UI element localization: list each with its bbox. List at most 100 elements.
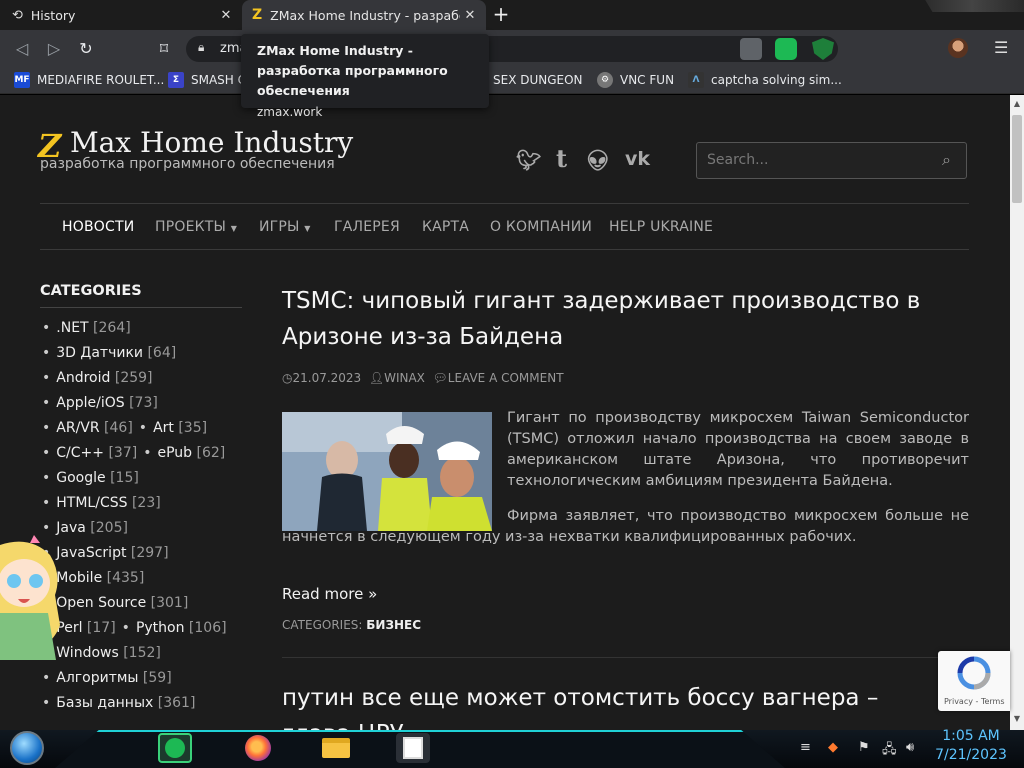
category-count: [361]	[157, 695, 196, 711]
category-count: [152]	[123, 645, 161, 661]
category-row: • Apple/iOS [73]	[42, 395, 158, 411]
category-link[interactable]: HTML/CSS	[56, 495, 127, 511]
category-row: •Perl [17]•Python [106]	[42, 620, 227, 636]
new-tab-button[interactable]: +	[490, 4, 512, 26]
window-frame-decoration	[925, 0, 1024, 12]
category-link[interactable]: Python	[136, 620, 185, 636]
category-count: [23]	[131, 495, 161, 511]
tab-zmax[interactable]: Z ZMax Home Industry - разработка програ…	[242, 0, 486, 30]
bookmark-mediafire[interactable]: MF MEDIAFIRE ROULET...	[14, 71, 164, 89]
volume-icon[interactable]: 🔊︎	[906, 740, 914, 755]
post-author[interactable]: WINAX	[384, 371, 425, 385]
flag-icon[interactable]: ⚑	[858, 740, 870, 755]
bookmark-label: SMASH C	[191, 73, 247, 87]
translate-icon[interactable]	[740, 38, 762, 60]
nav-item-gallery[interactable]: ГАЛЕРЕЯ	[334, 219, 400, 235]
category-link[interactable]: Базы данных	[56, 695, 153, 711]
category-link[interactable]: БИЗНЕС	[366, 618, 421, 632]
bullet-icon: •	[42, 320, 51, 336]
category-row: • C/C++ [37] • ePub [62]	[42, 445, 225, 461]
scroll-up-icon[interactable]: ▲	[1010, 97, 1024, 111]
clock-time: 1:05 AM	[942, 728, 1000, 744]
profile-avatar[interactable]	[948, 38, 968, 58]
history-icon: ⟲	[12, 7, 23, 23]
nav-item-games[interactable]: ИГРЫ ▼	[259, 219, 311, 235]
category-link[interactable]: 3D Датчики	[56, 345, 143, 361]
categories-heading: CATEGORIES	[40, 283, 142, 299]
lock-icon[interactable]: 🔒︎	[198, 40, 204, 55]
reddit-icon[interactable]: 👽︎	[585, 148, 610, 172]
tab-history[interactable]: ⟲ History ✕	[0, 0, 242, 30]
post-paragraph-2: Фирма заявляет, что производство микросх…	[282, 508, 969, 545]
taskbar-clock[interactable]: 1:05 AM 7/21/2023	[934, 727, 1008, 765]
category-link[interactable]: Android	[56, 370, 110, 386]
vnc-icon: ⚙	[597, 72, 613, 88]
tab-label: History	[30, 7, 76, 23]
nav-label: ИГРЫ	[259, 219, 300, 235]
post-meta: ◷21.07.2023 👤︎WINAX 💬︎LEAVE A COMMENT	[282, 371, 564, 385]
category-count: [15]	[110, 470, 139, 486]
category-link[interactable]: ePub	[157, 445, 192, 461]
forward-icon[interactable]: ▷	[43, 38, 65, 60]
tooltip-url: zmax.work	[257, 105, 323, 119]
network-icon[interactable]: 🖧︎	[882, 740, 897, 762]
post-comment-link[interactable]: LEAVE A COMMENT	[448, 371, 564, 385]
scrollbar-thumb[interactable]	[1012, 115, 1022, 203]
bookmark-captcha[interactable]: Λ captcha solving sim...	[688, 71, 842, 89]
bookmark-label: VNC FUN	[620, 73, 675, 87]
bookmark-sex-dungeon[interactable]: SEX DUNGEON	[476, 71, 583, 89]
window-switch-icon[interactable]	[396, 733, 430, 763]
post-categories: CATEGORIES: БИЗНЕС	[282, 618, 421, 632]
category-link[interactable]: Art	[153, 420, 174, 436]
clock-date: 7/21/2023	[935, 747, 1007, 763]
search-icon[interactable]: ⌕	[942, 150, 951, 170]
category-link[interactable]: Google	[56, 470, 105, 486]
nav-item-about[interactable]: О КОМПАНИИ	[490, 219, 592, 235]
reload-icon[interactable]: ↻	[75, 38, 97, 60]
start-button[interactable]	[10, 731, 44, 765]
firefox-icon[interactable]	[241, 733, 275, 763]
chat-app-icon[interactable]	[158, 733, 192, 763]
category-count: [259]	[114, 370, 153, 386]
vk-icon[interactable]: vk	[625, 148, 650, 170]
sticker-character[interactable]	[0, 535, 64, 665]
nav-item-news[interactable]: НОВОСТИ	[62, 219, 134, 235]
back-icon[interactable]: ◁	[11, 38, 33, 60]
nav-divider	[40, 249, 969, 250]
category-link[interactable]: Алгоритмы	[56, 670, 138, 686]
tray-app-icon[interactable]: ◆	[828, 740, 838, 755]
bullet-icon: •	[143, 445, 152, 461]
scroll-down-icon[interactable]: ▼	[1010, 712, 1024, 726]
category-link[interactable]: .NET	[56, 320, 88, 336]
category-link[interactable]: AR/VR	[56, 420, 99, 436]
nav-item-projects[interactable]: ПРОЕКТЫ ▼	[155, 219, 237, 235]
category-link[interactable]: Open Source	[56, 595, 146, 611]
recaptcha-terms[interactable]: Privacy - Terms	[944, 697, 1005, 706]
nav-item-help-ukraine[interactable]: HELP UKRAINE	[609, 219, 713, 235]
nav-item-map[interactable]: КАРТА	[422, 219, 469, 235]
dropdown-caret-icon: ▼	[230, 224, 238, 233]
menu-icon[interactable]: ☰	[994, 38, 1008, 57]
category-link[interactable]: Java	[56, 520, 86, 536]
tab-close-icon[interactable]: ✕	[216, 8, 236, 23]
category-count: [59]	[142, 670, 172, 686]
site-title[interactable]: Max Home Industry	[70, 126, 353, 159]
bookmark-smash[interactable]: Σ SMASH C	[168, 71, 246, 89]
category-link[interactable]: Apple/iOS	[56, 395, 124, 411]
read-more-link[interactable]: Read more »	[282, 585, 377, 603]
post-date[interactable]: 21.07.2023	[292, 371, 361, 385]
site-tagline: разработка программного обеспечения	[40, 156, 335, 172]
tab-close-icon[interactable]: ✕	[460, 8, 480, 23]
extension-green-icon[interactable]	[775, 38, 797, 60]
tumblr-icon[interactable]: t	[556, 144, 567, 173]
category-count: [435]	[106, 570, 145, 586]
tray-overflow-icon[interactable]: ≡	[800, 740, 811, 755]
twitter-icon[interactable]: 🐦︎	[516, 148, 541, 172]
category-link[interactable]: Windows	[56, 645, 119, 661]
bookmark-icon[interactable]: ⌑	[153, 38, 175, 60]
file-explorer-icon[interactable]	[319, 733, 353, 763]
category-link[interactable]: JavaScript	[56, 545, 126, 561]
post-title[interactable]: TSMC: чиповый гигант задерживает произво…	[282, 283, 962, 355]
category-link[interactable]: C/C++	[56, 445, 104, 461]
bookmark-vnc[interactable]: ⚙ VNC FUN	[597, 71, 674, 89]
